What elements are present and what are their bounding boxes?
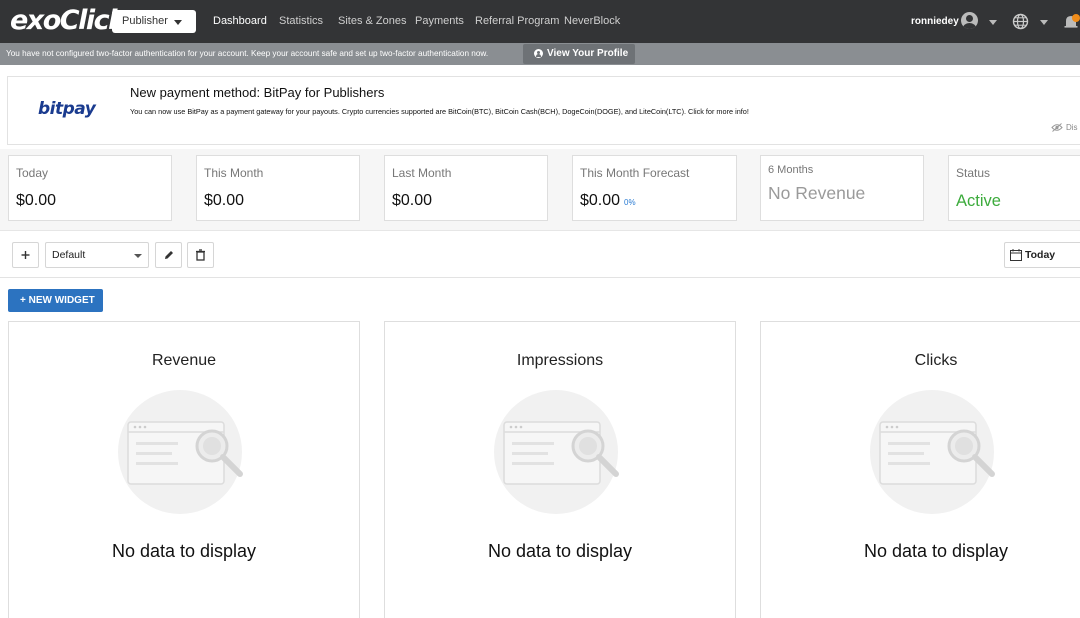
widget-title: Revenue bbox=[151, 352, 217, 369]
pencil-icon bbox=[165, 251, 173, 259]
empty-state-text: No data to display bbox=[111, 541, 257, 561]
nav-statistics[interactable]: Statistics bbox=[279, 15, 323, 27]
two-factor-alert-message: You have not configured two-factor authe… bbox=[6, 49, 489, 58]
empty-search-illustration-icon bbox=[118, 390, 243, 514]
dismiss-label: Dis bbox=[1066, 123, 1078, 132]
widget-title: Clicks bbox=[914, 352, 958, 369]
trash-icon bbox=[196, 249, 205, 261]
top-navbar: exoClick Publisher Dashboard Statistics … bbox=[0, 0, 1080, 43]
stat-value: $0.00 0% bbox=[580, 192, 636, 210]
promo-title: New payment method: BitPay for Publisher… bbox=[130, 85, 385, 100]
stat-card-this-month: This Month $0.00 bbox=[196, 155, 360, 221]
user-avatar-icon[interactable] bbox=[961, 12, 978, 29]
stat-card-status: Status Active bbox=[948, 155, 1080, 221]
stat-label: This Month Forecast bbox=[580, 166, 690, 180]
stat-value: No Revenue bbox=[768, 183, 866, 203]
widget-title: Impressions bbox=[516, 352, 604, 369]
empty-search-illustration-icon bbox=[870, 390, 995, 514]
date-range-value: Today bbox=[1025, 249, 1056, 261]
user-circle-icon bbox=[534, 49, 543, 58]
view-profile-button[interactable]: View Your Profile bbox=[523, 44, 635, 64]
stat-value: $0.00 bbox=[16, 192, 57, 209]
nav-payments[interactable]: Payments bbox=[415, 15, 464, 27]
stat-card-today: Today $0.00 bbox=[8, 155, 172, 221]
nav-neverblock[interactable]: NeverBlock bbox=[564, 15, 620, 27]
empty-state-text: No data to display bbox=[487, 541, 633, 561]
stat-label: 6 Months bbox=[768, 164, 814, 176]
chevron-down-icon[interactable] bbox=[989, 20, 997, 25]
calendar-icon bbox=[1010, 249, 1022, 261]
bitpay-promo-banner[interactable]: bitpay New payment method: BitPay for Pu… bbox=[7, 76, 1080, 145]
chevron-down-icon[interactable] bbox=[1040, 20, 1048, 25]
stat-card-last-month: Last Month $0.00 bbox=[384, 155, 548, 221]
new-widget-button[interactable]: + NEW WIDGET bbox=[8, 289, 103, 312]
eye-off-icon bbox=[1051, 123, 1063, 133]
plus-icon bbox=[21, 251, 30, 259]
view-profile-label: View Your Profile bbox=[547, 48, 629, 59]
dashboard-select[interactable]: Default bbox=[45, 242, 149, 268]
empty-state-text: No data to display bbox=[863, 541, 1009, 561]
exoclick-logo[interactable]: exoClick bbox=[10, 6, 126, 36]
chevron-down-icon bbox=[174, 20, 182, 25]
dashboard-select-value: Default bbox=[52, 249, 86, 261]
stat-label: Last Month bbox=[392, 166, 452, 180]
account-type-select[interactable]: Publisher bbox=[112, 10, 196, 33]
stat-card-six-months: 6 Months No Revenue bbox=[760, 155, 924, 221]
username[interactable]: ronniedey bbox=[911, 16, 959, 27]
widget-impressions: Impressions No data to display bbox=[384, 321, 736, 618]
date-range-button[interactable]: Today bbox=[1004, 242, 1080, 268]
empty-search-illustration-icon bbox=[494, 390, 619, 514]
promo-text: You can now use BitPay as a payment gate… bbox=[130, 107, 749, 116]
nav-dashboard[interactable]: Dashboard bbox=[213, 15, 267, 27]
forecast-value: $0.00 bbox=[580, 192, 621, 209]
add-dashboard-button[interactable] bbox=[12, 242, 39, 268]
account-type-value: Publisher bbox=[122, 15, 168, 27]
forecast-percent: 0% bbox=[624, 198, 636, 207]
widget-clicks: Clicks No data to display bbox=[760, 321, 1080, 618]
nav-referral-program[interactable]: Referral Program bbox=[475, 15, 559, 27]
bitpay-logo: bitpay bbox=[38, 99, 96, 119]
stat-label: Status bbox=[956, 166, 991, 180]
edit-dashboard-button[interactable] bbox=[155, 242, 182, 268]
stat-label: This Month bbox=[204, 166, 264, 180]
dismiss-link[interactable]: Dis bbox=[1051, 123, 1078, 133]
widget-revenue: Revenue No data to display bbox=[8, 321, 360, 618]
chevron-down-icon bbox=[134, 254, 142, 258]
stat-label: Today bbox=[16, 166, 49, 180]
bell-icon[interactable] bbox=[1063, 14, 1080, 30]
stat-value: $0.00 bbox=[204, 192, 245, 209]
globe-icon[interactable] bbox=[1012, 13, 1029, 30]
stat-card-forecast: This Month Forecast $0.00 0% bbox=[572, 155, 737, 221]
nav-sites-zones[interactable]: Sites & Zones bbox=[338, 15, 406, 27]
delete-dashboard-button[interactable] bbox=[187, 242, 214, 268]
stat-value: $0.00 bbox=[392, 192, 433, 209]
status-value: Active bbox=[956, 192, 1001, 210]
